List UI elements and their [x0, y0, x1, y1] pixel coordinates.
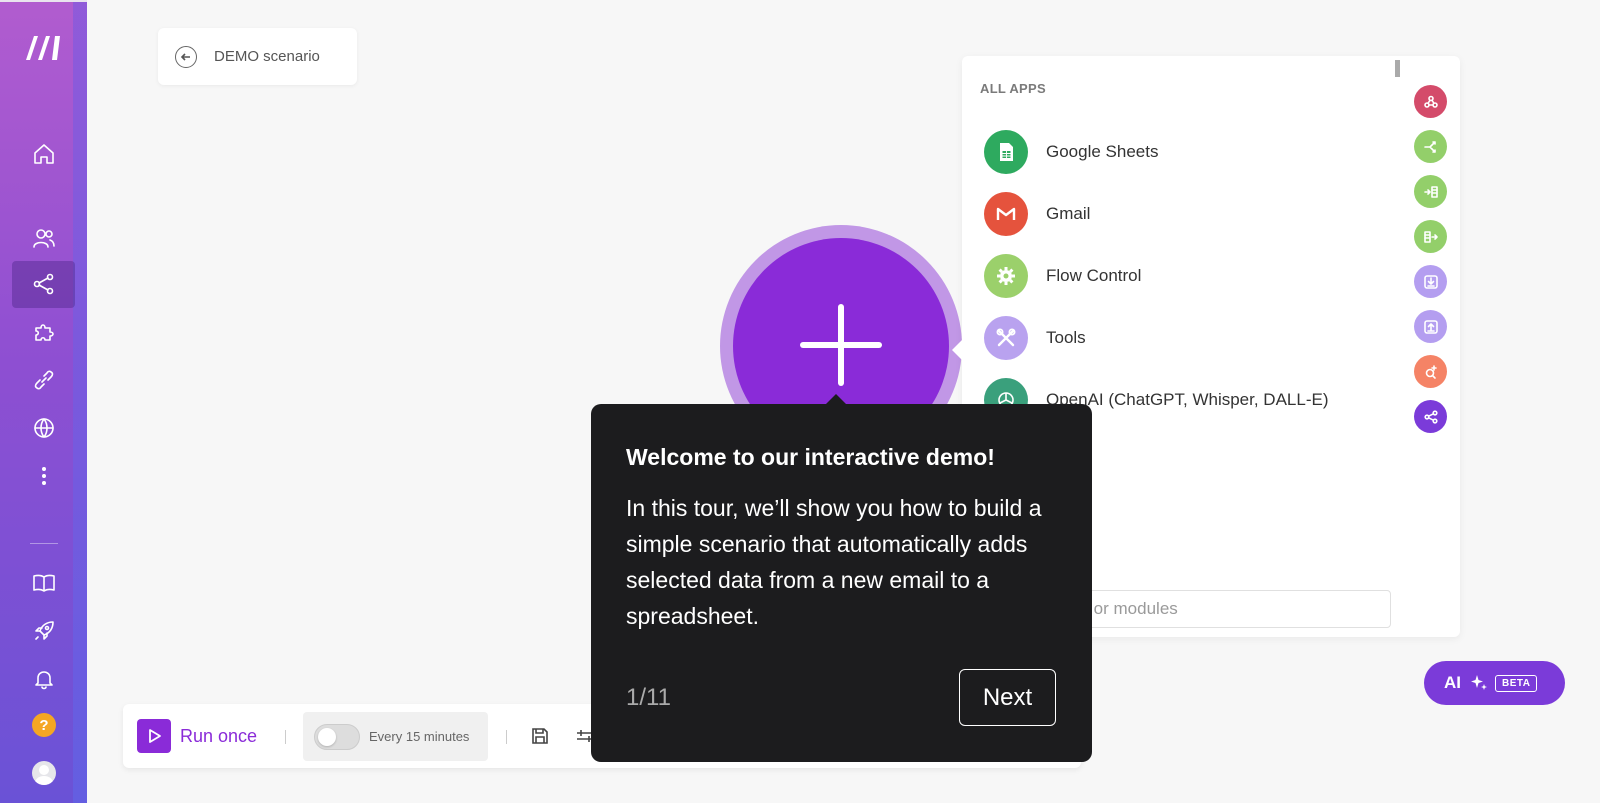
tour-next-button[interactable]: Next — [959, 669, 1056, 726]
scenarios-icon[interactable] — [30, 270, 58, 298]
sidebar: ? — [0, 0, 87, 803]
app-item-tools[interactable]: Tools — [984, 316, 1086, 360]
toolbar-separator — [285, 730, 286, 744]
sparkle-icon — [1471, 675, 1487, 690]
ai-assistant-button[interactable]: AI BETA — [1424, 661, 1565, 705]
app-name: Google Sheets — [1046, 142, 1159, 161]
app-name: Flow Control — [1046, 266, 1142, 285]
gmail-icon — [984, 192, 1028, 236]
app-item-flow-control[interactable]: Flow Control — [984, 254, 1141, 298]
apps-panel-pointer — [952, 340, 962, 360]
tour-body: In this tour, we’ll show you how to buil… — [626, 495, 1042, 629]
webhooks-icon[interactable] — [1414, 85, 1447, 118]
apps-search[interactable] — [1058, 590, 1391, 628]
make-logo-icon[interactable] — [24, 30, 64, 62]
search-add-icon[interactable] — [1414, 355, 1447, 388]
play-icon — [149, 729, 161, 743]
avatar[interactable] — [32, 761, 56, 785]
scenario-title[interactable]: DEMO scenario — [214, 48, 320, 65]
home-icon[interactable] — [30, 140, 58, 168]
app-name: Tools — [1046, 328, 1086, 347]
tour-arrow — [825, 394, 847, 405]
tour-title: Welcome to our interactive demo! — [626, 444, 995, 470]
team-icon[interactable] — [30, 224, 58, 252]
iterator-icon[interactable] — [1414, 175, 1447, 208]
tour-tooltip: Welcome to our interactive demo! In this… — [591, 394, 1092, 762]
app-name: Gmail — [1046, 204, 1091, 223]
scenario-header: DEMO scenario — [158, 28, 357, 85]
gear-icon — [984, 254, 1028, 298]
sidebar-edge — [73, 2, 87, 803]
tour-step-counter: 1/11 — [626, 684, 671, 711]
apps-search-input[interactable] — [1071, 599, 1390, 619]
aggregator-icon[interactable] — [1414, 220, 1447, 253]
sidebar-divider — [30, 543, 58, 544]
download-icon[interactable] — [1414, 265, 1447, 298]
beta-badge: BETA — [1495, 674, 1538, 692]
ai-label: AI — [1444, 673, 1461, 692]
apps-heading: ALL APPS — [980, 81, 1046, 96]
schedule-label[interactable]: Every 15 minutes — [369, 729, 469, 744]
puzzle-icon[interactable] — [30, 318, 58, 346]
router-icon[interactable] — [1414, 130, 1447, 163]
upload-icon[interactable] — [1414, 310, 1447, 343]
toolbar-separator — [506, 730, 507, 744]
schedule-toggle[interactable] — [314, 723, 360, 750]
app-item-gmail[interactable]: Gmail — [984, 192, 1090, 236]
back-arrow-icon[interactable] — [175, 45, 197, 68]
run-once-button[interactable] — [137, 719, 171, 753]
connections-icon[interactable] — [30, 366, 58, 394]
share-icon[interactable] — [1414, 400, 1447, 433]
bell-icon[interactable] — [30, 665, 58, 693]
tools-icon — [984, 316, 1028, 360]
schedule-control[interactable]: Every 15 minutes — [303, 712, 488, 761]
more-icon[interactable] — [30, 462, 58, 490]
book-icon[interactable] — [30, 569, 58, 597]
globe-icon[interactable] — [30, 414, 58, 442]
google-sheets-icon — [984, 130, 1028, 174]
rocket-icon[interactable] — [30, 617, 58, 645]
help-icon[interactable]: ? — [32, 713, 56, 737]
apps-scrollbar[interactable] — [1395, 60, 1400, 77]
app-item-google-sheets[interactable]: Google Sheets — [984, 130, 1158, 174]
run-once-label[interactable]: Run once — [180, 726, 257, 747]
save-icon[interactable] — [530, 726, 550, 746]
